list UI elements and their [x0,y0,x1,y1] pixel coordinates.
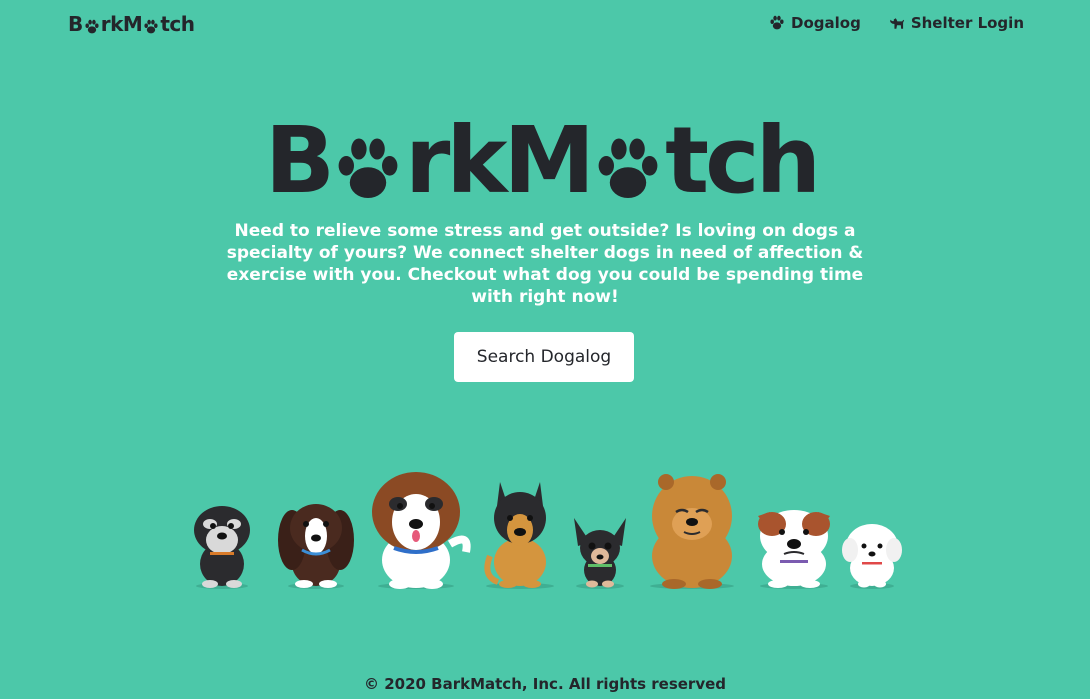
nav-logo-middle: rkM [100,12,143,36]
dogs-illustration [180,460,910,595]
hero-logo-suffix: tch [665,107,821,214]
nav-link-label: Shelter Login [910,14,1024,32]
dog-bichon-icon [842,524,902,588]
nav-logo[interactable]: B rkM tch [68,12,195,36]
hero-tagline: Need to relieve some stress and get outs… [226,221,864,307]
paw-icon [143,16,159,34]
nav-link-shelter-login[interactable]: Shelter Login [889,14,1024,32]
paw-icon [84,16,100,34]
nav-links: Dogalog Shelter Login [769,14,1024,32]
paw-icon [333,128,403,198]
dog-chihuahua-icon [574,518,626,588]
top-nav: B rkM tch Dogalog Shelter Login [0,0,1090,50]
nav-link-dogalog[interactable]: Dogalog [769,14,861,32]
paw-icon [769,15,785,31]
hero-logo-middle: rkM [405,107,595,214]
dog-icon [889,15,905,31]
dog-bulldog-icon [758,510,830,588]
footer-copyright: © 2020 BarkMatch, Inc. All rights reserv… [363,675,727,693]
nav-link-label: Dogalog [791,14,861,32]
hero-logo-prefix: B [264,107,335,214]
nav-logo-prefix: B [68,12,83,36]
nav-logo-suffix: tch [160,12,195,36]
dog-schnauzer-icon [194,506,250,588]
dog-chow-chow-icon [652,474,732,589]
dog-german-shepherd-icon [484,482,546,588]
hero-logo: B rkM tch [240,115,842,207]
search-dogalog-button[interactable]: Search Dogalog [454,332,634,382]
dog-spaniel-icon [278,504,354,588]
dog-saint-bernard-icon [372,472,471,589]
paw-icon [593,128,663,198]
